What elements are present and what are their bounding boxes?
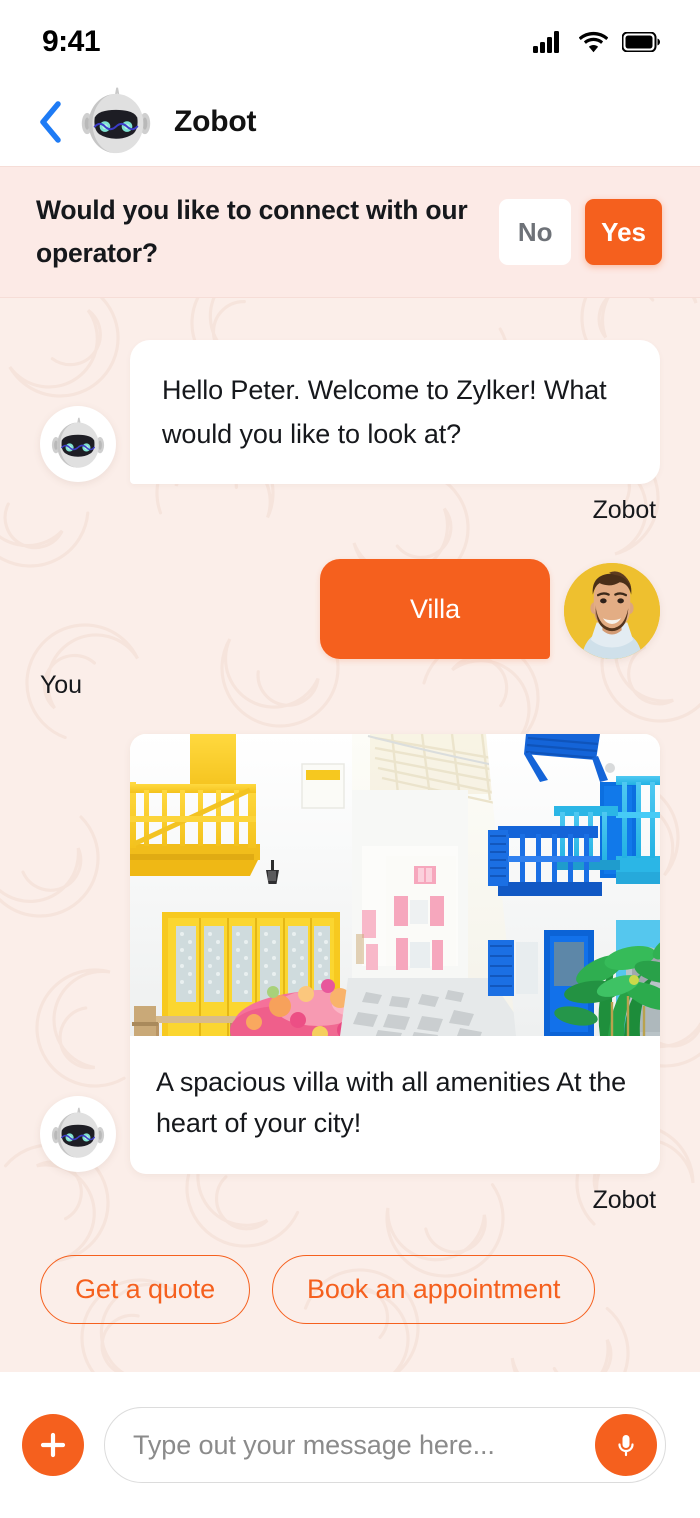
attachment-add-button[interactable] [22,1414,84,1476]
sender-label-row: Zobot [40,1186,660,1215]
sender-label: Zobot [592,1186,657,1215]
cellular-signal-icon [533,31,559,53]
message-composer [0,1372,700,1518]
status-bar-time: 9:41 [42,25,101,58]
user-avatar [564,563,660,659]
zobot-robot-avatar-icon [51,417,105,468]
sender-label: Zobot [592,496,657,524]
chat-scroll-container: Hello Peter. Welcome to Zylker! What wou… [0,340,700,1334]
sender-label-row: Zobot [40,496,660,525]
back-button[interactable] [28,96,72,148]
suggestion-chips: Get a quote Book an appointment [40,1255,660,1334]
sender-label-row: You [40,671,660,700]
message-input-wrapper[interactable] [104,1407,666,1483]
villa-image [130,734,660,1036]
message-bubble: Villa [320,559,550,659]
card-row: A spacious villa with all amenities At t… [40,734,660,1175]
bot-avatar [40,406,116,482]
microphone-icon [618,1435,634,1457]
wifi-icon [579,31,608,53]
villa-card-caption: A spacious villa with all amenities At t… [156,1067,627,1139]
operator-banner-actions: No Yes [499,199,662,265]
operator-connect-banner: Would you like to connect with our opera… [0,166,700,298]
user-photo-avatar-icon [564,563,660,659]
chat-app-screen: 9:41 Zobot Would you like to connect wit… [0,0,700,1518]
operator-banner-question: Would you like to connect with our opera… [36,194,468,268]
message-row-bot-card: A spacious villa with all amenities At t… [40,734,660,1215]
plus-icon [40,1432,66,1458]
message-bubble: Hello Peter. Welcome to Zylker! What wou… [130,340,660,484]
zobot-robot-avatar-icon [81,87,151,154]
suggestion-chip-book-an-appointment[interactable]: Book an appointment [272,1255,596,1325]
operator-yes-button[interactable]: Yes [585,199,662,265]
message-row-user: Villa [40,559,660,659]
sender-label: You [40,671,82,699]
status-bar: 9:41 [0,0,700,78]
chat-message-area[interactable]: Hello Peter. Welcome to Zylker! What wou… [0,298,700,1372]
mediterranean-villa-street-photo [130,734,660,1036]
header-bot-avatar[interactable] [78,84,154,160]
header-title: Zobot [174,105,257,138]
operator-no-button[interactable]: No [499,199,572,265]
message-input[interactable] [133,1429,595,1461]
status-bar-icons [533,25,660,53]
bot-avatar [40,1096,116,1173]
chat-header: Zobot [0,78,700,166]
chevron-left-icon [40,101,61,143]
voice-record-button[interactable] [595,1414,657,1476]
suggestion-chip-get-a-quote[interactable]: Get a quote [40,1255,251,1325]
villa-card[interactable]: A spacious villa with all amenities At t… [130,734,660,1175]
message-row-bot-greeting: Hello Peter. Welcome to Zylker! What wou… [40,340,660,484]
battery-full-icon [622,32,660,52]
zobot-robot-avatar-icon [51,1107,105,1158]
